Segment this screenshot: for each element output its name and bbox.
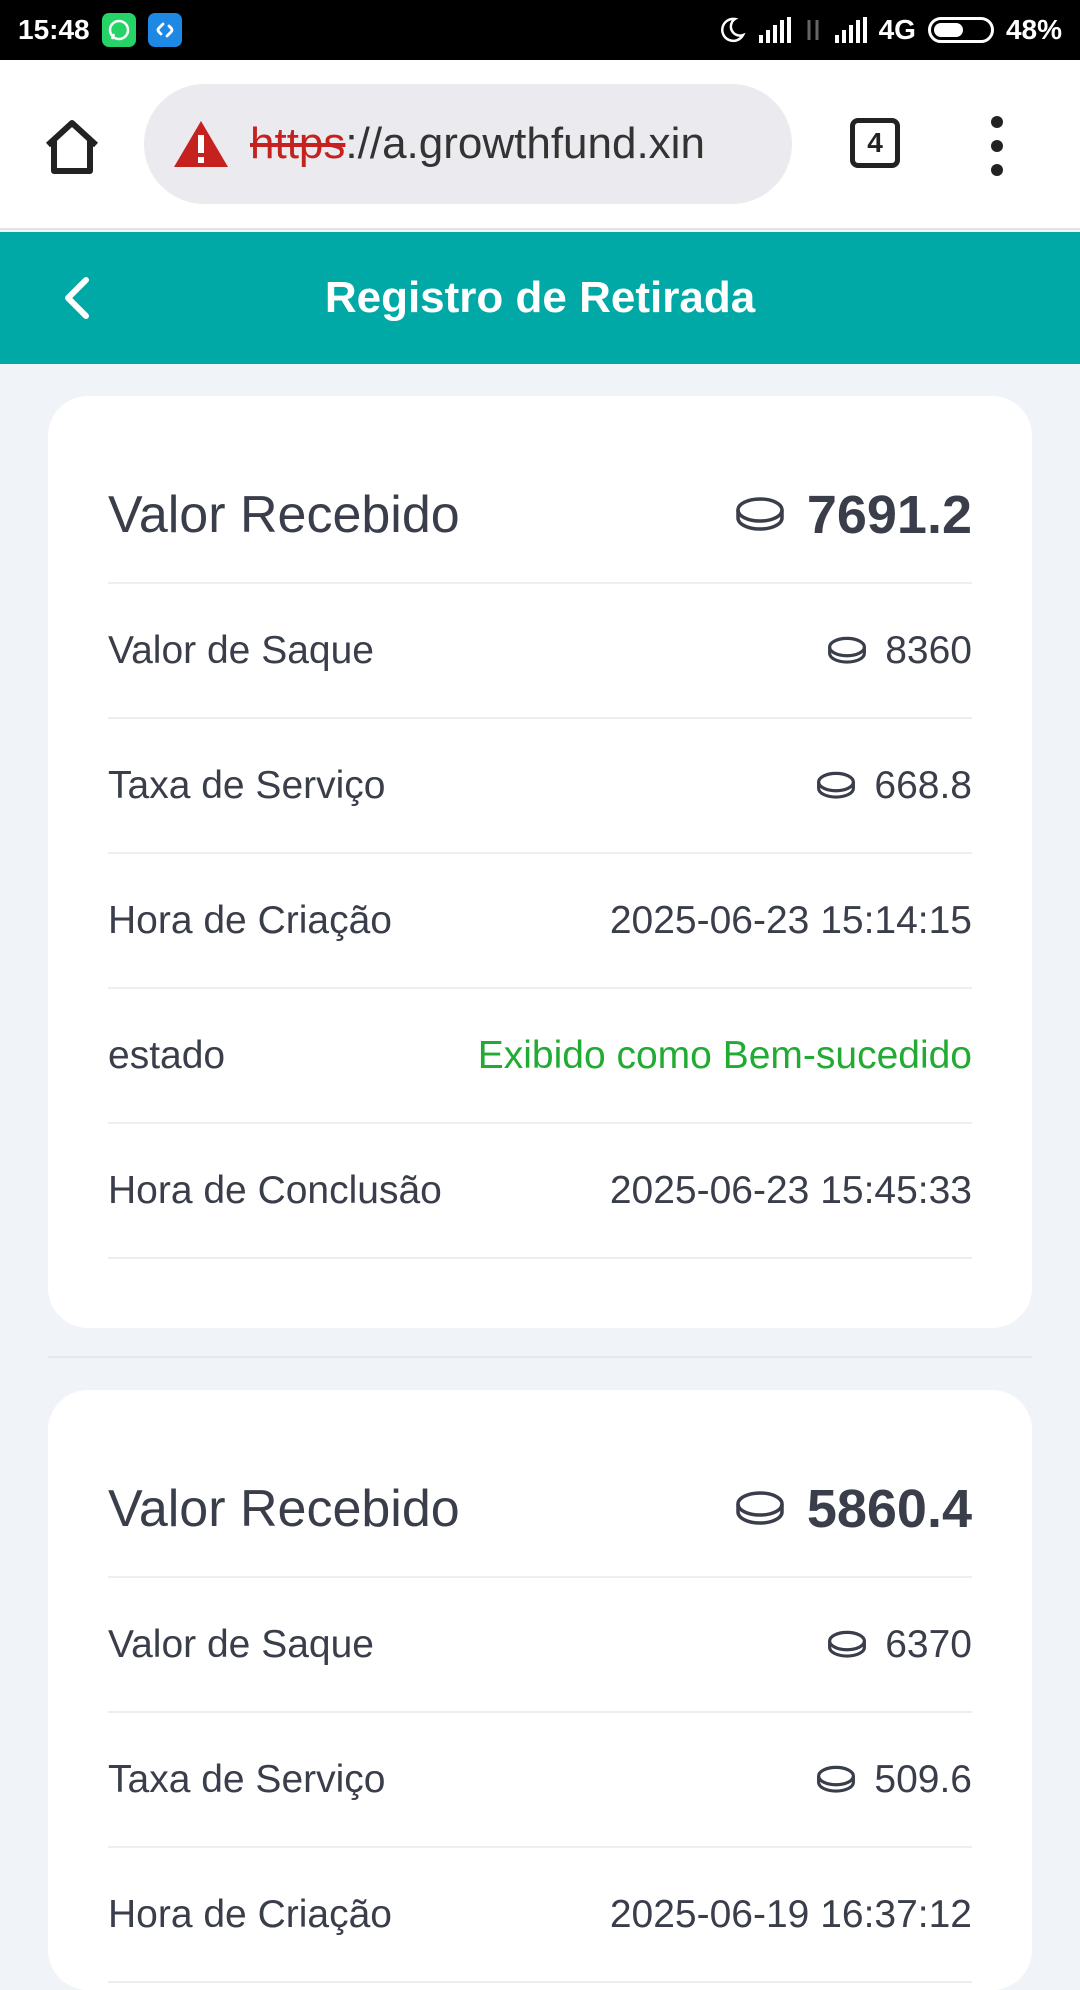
received-label: Valor Recebido	[108, 1480, 460, 1538]
received-value: 5860.4	[806, 1479, 972, 1539]
received-label: Valor Recebido	[108, 486, 460, 544]
status-label: estado	[108, 1033, 226, 1077]
fee-row: Taxa de Serviço 668.8	[108, 719, 972, 854]
coin-icon	[817, 771, 856, 799]
fee-label: Taxa de Serviço	[108, 1757, 386, 1801]
created-label: Hora de Criação	[108, 1892, 392, 1936]
created-row: Hora de Criação 2025-06-19 16:37:12	[108, 1848, 972, 1983]
withdraw-row: Valor de Saque 8360	[108, 584, 972, 719]
url-scheme: https	[250, 119, 346, 168]
created-value: 2025-06-23 15:14:15	[609, 898, 972, 942]
url-host: ://a.growthfund.xin	[345, 119, 705, 168]
fee-value: 668.8	[874, 763, 972, 807]
moon-icon	[720, 17, 746, 43]
created-row: Hora de Criação 2025-06-23 15:14:15	[108, 854, 972, 989]
status-badge: Exibido como Bem-sucedido	[477, 1033, 972, 1077]
coin-icon	[736, 497, 784, 531]
battery-icon	[927, 17, 994, 43]
coin-icon	[828, 1630, 867, 1658]
completed-label: Hora de Conclusão	[108, 1168, 442, 1212]
withdrawal-card: Valor Recebido 5860.4 Valor de Saque 637…	[48, 1390, 1032, 1990]
created-value: 2025-06-19 16:37:12	[609, 1892, 972, 1936]
coin-icon	[817, 1765, 856, 1793]
status-time: 15:48	[18, 14, 90, 45]
page-title: Registro de Retirada	[324, 273, 756, 322]
network-type: 4G	[878, 14, 916, 45]
withdraw-row: Valor de Saque 6370	[108, 1578, 972, 1713]
whatsapp-icon	[101, 13, 136, 47]
withdraw-label: Valor de Saque	[108, 1622, 374, 1666]
coin-icon	[828, 636, 867, 664]
back-icon[interactable]	[56, 272, 100, 324]
page-header: Registro de Retirada	[0, 232, 1080, 364]
tabs-icon[interactable]: 4	[850, 118, 900, 168]
list-divider	[48, 1356, 1032, 1358]
created-label: Hora de Criação	[108, 898, 392, 942]
warning-icon	[174, 121, 228, 167]
received-row: Valor Recebido 7691.2	[108, 448, 972, 584]
withdraw-label: Valor de Saque	[108, 628, 374, 672]
url-bar[interactable]: https://a.growthfund.xin	[144, 84, 792, 204]
battery-level: 48%	[1005, 14, 1062, 45]
data-arrows-icon	[807, 20, 819, 40]
fee-row: Taxa de Serviço 509.6	[108, 1713, 972, 1848]
withdraw-value: 6370	[885, 1622, 972, 1666]
completed-value: 2025-06-23 15:45:33	[609, 1168, 972, 1212]
signal-icon	[758, 17, 791, 43]
fee-value: 509.6	[874, 1757, 972, 1801]
status-bar: 15:48 4G 48%	[0, 0, 1080, 60]
completed-row: Hora de Conclusão 2025-06-23 15:45:33	[108, 1124, 972, 1259]
withdraw-value: 8360	[885, 628, 972, 672]
shazam-icon	[147, 13, 182, 47]
home-icon[interactable]	[40, 115, 104, 179]
received-value: 7691.2	[806, 485, 972, 545]
tab-count: 4	[867, 127, 883, 158]
withdrawal-card: Valor Recebido 7691.2 Valor de Saque 836…	[48, 396, 1032, 1328]
fee-label: Taxa de Serviço	[108, 763, 386, 807]
browser-toolbar: https://a.growthfund.xin 4	[0, 60, 1080, 230]
coin-icon	[736, 1491, 784, 1525]
received-row: Valor Recebido 5860.4	[108, 1442, 972, 1578]
status-row: estado Exibido como Bem-sucedido	[108, 989, 972, 1124]
signal-icon	[834, 17, 867, 43]
menu-icon[interactable]	[985, 116, 1009, 176]
